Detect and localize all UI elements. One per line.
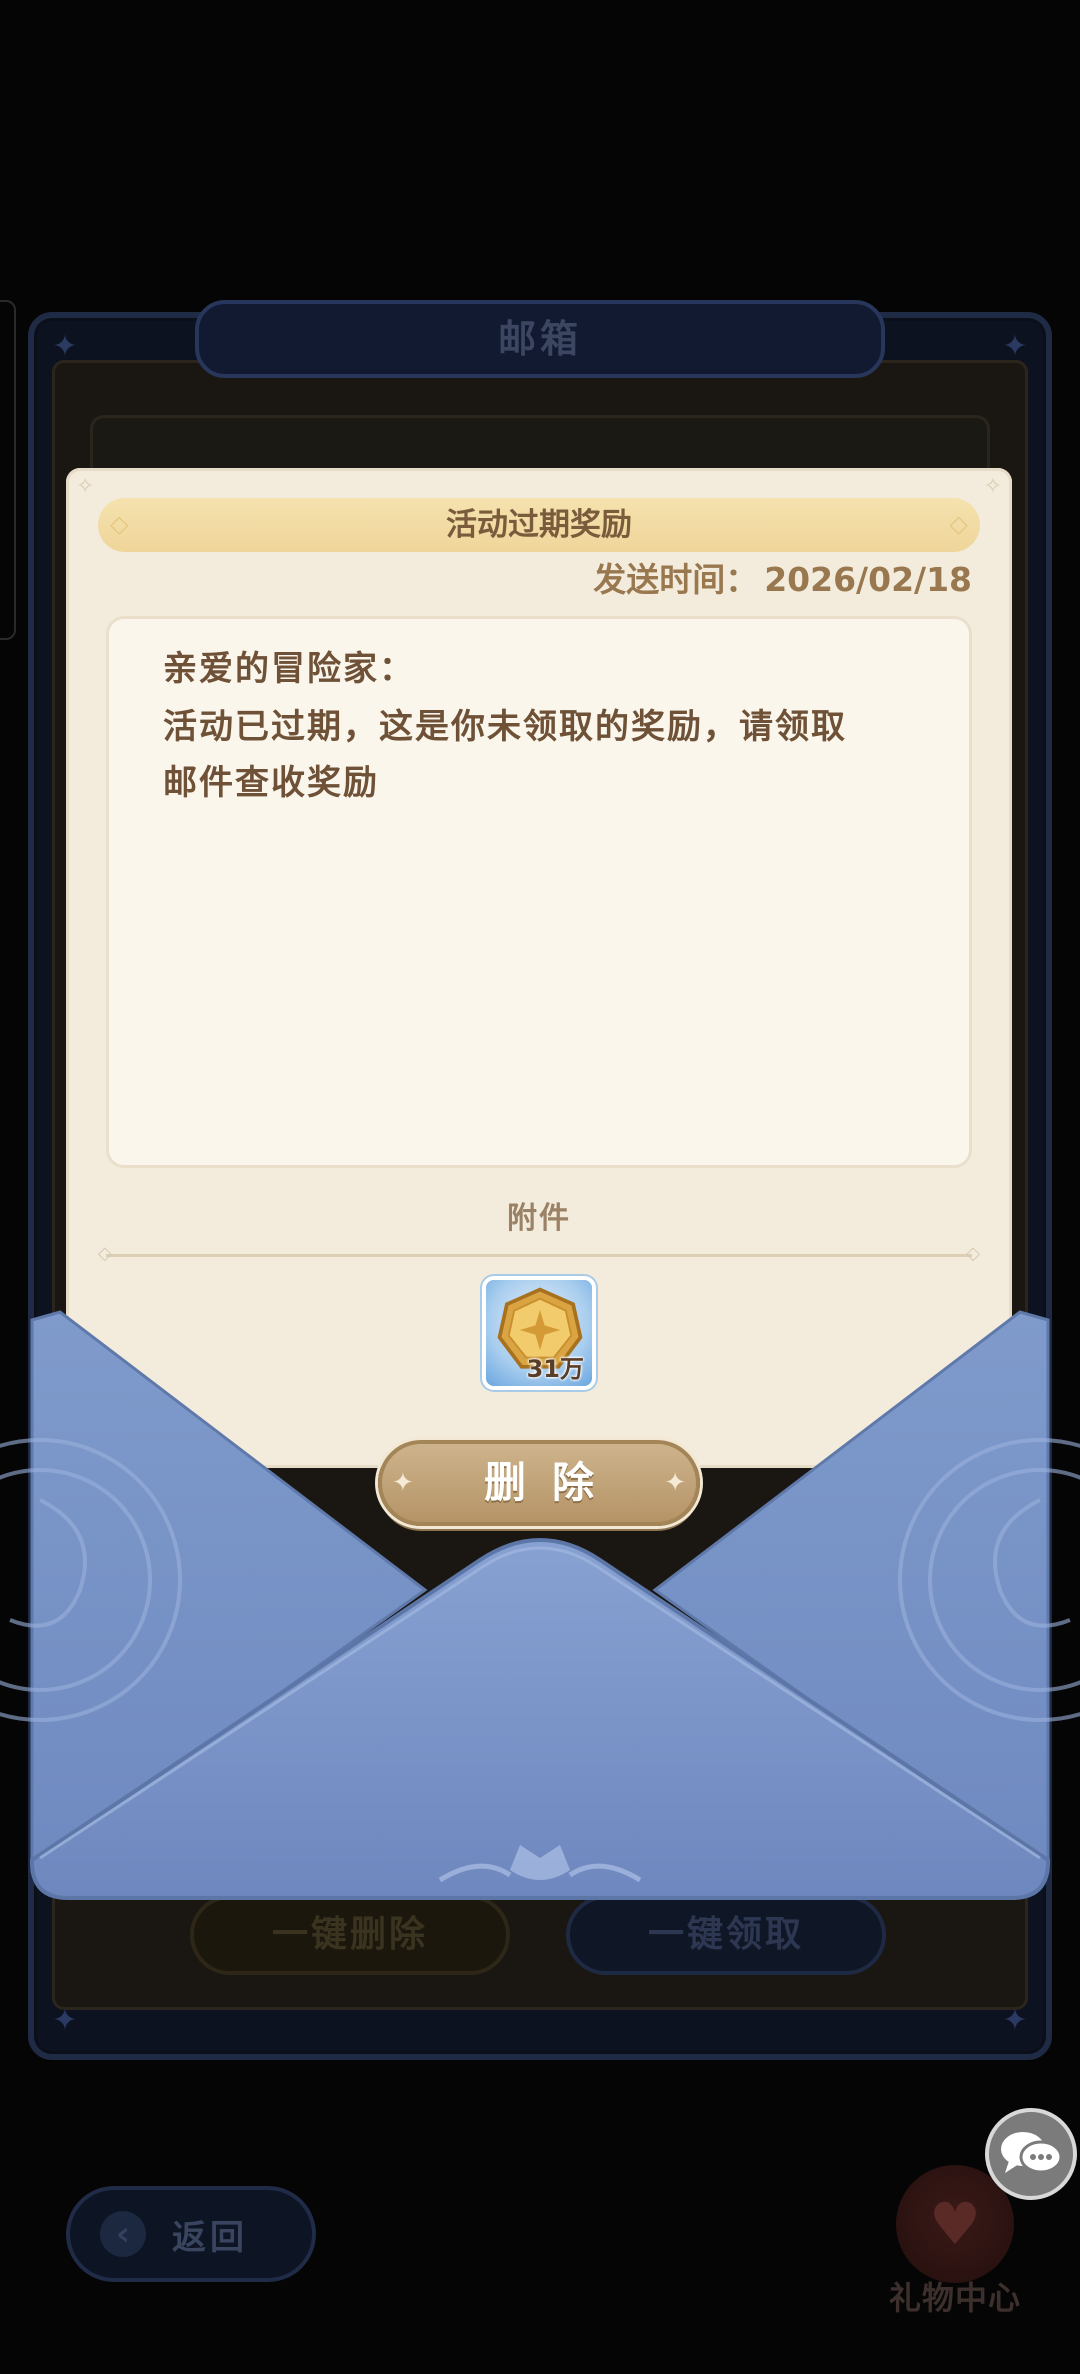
- mail-greeting: 亲爱的冒险家：: [163, 649, 415, 689]
- corner-ornament-icon: ✦: [1002, 2003, 1028, 2038]
- attachment-item[interactable]: 31万: [482, 1276, 596, 1390]
- attachment-quantity: 31万: [526, 1355, 584, 1383]
- corner-ornament-icon: ✧: [76, 474, 95, 499]
- attachments-divider: ◇ ◇: [98, 1245, 980, 1263]
- mail-body: 亲爱的冒险家： 活动已过期，这是你未领取的奖励，请领取 邮件查收奖励: [106, 616, 972, 1168]
- corner-ornament-icon: ✦: [1002, 329, 1028, 364]
- mail-body-text: 活动已过期，这是你未领取的奖励，请领取: [163, 707, 847, 747]
- gift-center-label: 礼物中心: [888, 2279, 1021, 2317]
- mail-title: 活动过期奖励: [446, 507, 632, 543]
- claim-all-button[interactable]: 一键领取: [566, 1895, 886, 1975]
- diamond-ornament-icon: ◇: [966, 1243, 980, 1264]
- delete-button[interactable]: ✦ 删除 ✦: [378, 1440, 700, 1526]
- corner-ornament-icon: ✦: [52, 329, 78, 364]
- mail-letter: ✧ ✧ ◇ ◇ 活动过期奖励 发送时间： 2026/02/18 亲爱的冒险家： 活…: [66, 468, 1012, 1526]
- mail-title-ribbon: ◇ ◇ 活动过期奖励: [98, 498, 980, 552]
- sparkle-icon: ✦: [392, 1468, 414, 1498]
- delete-all-button[interactable]: 一键删除: [190, 1895, 510, 1975]
- mailbox-header: 邮箱: [195, 300, 885, 378]
- delete-label: 删除: [483, 1458, 620, 1507]
- back-label: 返回: [172, 2217, 248, 2258]
- diamond-ornament-icon: ◇: [98, 1243, 112, 1264]
- sparkle-icon: ✦: [664, 1468, 686, 1498]
- back-button[interactable]: ‹ 返回: [66, 2186, 316, 2282]
- chat-bubble-icon: [1001, 2132, 1063, 2174]
- attachments-label: 附件: [507, 1201, 571, 1236]
- back-arrow-icon: ‹: [100, 2211, 146, 2257]
- send-time-value: 2026/02/18: [764, 560, 972, 599]
- chat-button[interactable]: [985, 2108, 1077, 2200]
- mailbox-title: 邮箱: [497, 317, 582, 361]
- side-panel-edge: [0, 300, 16, 640]
- corner-ornament-icon: ✧: [983, 474, 1002, 499]
- send-time-label: 发送时间：: [593, 560, 759, 599]
- send-time: 发送时间： 2026/02/18: [593, 558, 972, 602]
- corner-ornament-icon: ✦: [52, 2003, 78, 2038]
- mail-body-text: 邮件查收奖励: [163, 763, 379, 803]
